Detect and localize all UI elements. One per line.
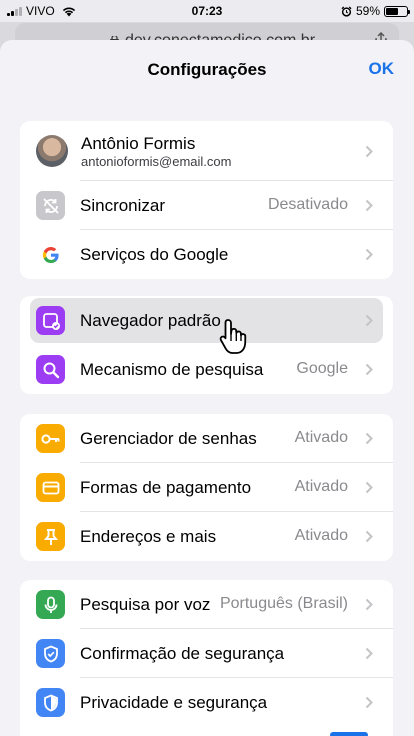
google-services-row[interactable]: Serviços do Google [20, 230, 393, 279]
google-services-label: Serviços do Google [80, 245, 229, 264]
account-group: Antônio Formis antonioformis@email.com S… [20, 121, 393, 279]
sync-label: Sincronizar [80, 196, 166, 215]
search-engine-label: Mecanismo de pesquisa [80, 360, 264, 379]
chevron-right-icon [365, 432, 373, 445]
chevron-right-icon [365, 199, 373, 212]
pin-icon [36, 522, 65, 551]
search-engine-value: Google [296, 360, 348, 377]
default-browser-label: Navegador padrão [80, 311, 221, 330]
avatar [36, 135, 68, 167]
sync-off-icon [36, 191, 65, 220]
google-g-icon [36, 240, 65, 269]
password-manager-row[interactable]: Gerenciador de senhas Ativado [20, 414, 393, 463]
sync-value: Desativado [267, 196, 348, 213]
addresses-value: Ativado [294, 527, 348, 544]
password-manager-label: Gerenciador de senhas [80, 429, 257, 448]
sheet-header: Configurações OK [0, 40, 414, 98]
privacy-security-label: Privacidade e segurança [80, 693, 268, 712]
chevron-right-icon [365, 530, 373, 543]
default-browser-icon [36, 306, 65, 335]
shield-icon [36, 688, 65, 717]
safety-check-row[interactable]: Confirmação de segurança [20, 629, 393, 678]
battery-percent: 59% [355, 4, 380, 18]
credit-card-icon [36, 473, 65, 502]
shield-check-icon [36, 639, 65, 668]
chevron-right-icon [365, 598, 373, 611]
account-name: Antônio Formis [81, 134, 196, 153]
search-icon [36, 355, 65, 384]
default-browser-row[interactable]: Navegador padrão [20, 296, 393, 345]
chevron-right-icon [365, 647, 373, 660]
chevron-right-icon [365, 314, 373, 327]
status-bar: VIVO 07:23 59% [0, 0, 414, 22]
voice-search-row[interactable]: Pesquisa por voz Português (Brasil) [20, 580, 393, 629]
chevron-right-icon [365, 363, 373, 376]
settings-sheet: Configurações OK Antônio Formis antoniof… [0, 40, 414, 736]
page-title: Configurações [147, 60, 267, 79]
done-button[interactable]: OK [369, 59, 395, 79]
autofill-group: Gerenciador de senhas Ativado Formas de … [20, 414, 393, 561]
alarm-icon [341, 5, 352, 17]
status-right: 59% [341, 4, 410, 18]
chevron-right-icon [365, 248, 373, 261]
battery-icon [384, 5, 410, 17]
chevron-right-icon [365, 481, 373, 494]
sync-row[interactable]: Sincronizar Desativado [20, 181, 393, 230]
voice-search-label: Pesquisa por voz [80, 595, 211, 614]
safety-check-label: Confirmação de segurança [80, 644, 285, 663]
key-icon [36, 424, 65, 453]
addresses-label: Endereços e mais [80, 527, 217, 546]
account-email: antonioformis@email.com [81, 154, 232, 169]
chevron-right-icon [365, 696, 373, 709]
addresses-row[interactable]: Endereços e mais Ativado [20, 512, 393, 561]
search-engine-row[interactable]: Mecanismo de pesquisa Google [20, 345, 393, 394]
browser-group: Navegador padrão Mecanismo de pesquisa G… [20, 296, 393, 394]
payment-methods-value: Ativado [294, 478, 348, 495]
battery-fill [386, 7, 398, 15]
chevron-right-icon [365, 145, 373, 158]
payment-methods-label: Formas de pagamento [80, 478, 252, 497]
microphone-icon [36, 590, 65, 619]
privacy-security-row[interactable]: Privacidade e segurança [20, 678, 393, 727]
hand-cursor-icon [219, 319, 247, 354]
toggle-peek [330, 732, 368, 736]
account-row[interactable]: Antônio Formis antonioformis@email.com [20, 121, 393, 181]
password-manager-value: Ativado [294, 429, 348, 446]
payment-methods-row[interactable]: Formas de pagamento Ativado [20, 463, 393, 512]
privacy-group: Pesquisa por voz Português (Brasil) Conf… [20, 580, 393, 736]
voice-search-value: Português (Brasil) [219, 595, 348, 612]
